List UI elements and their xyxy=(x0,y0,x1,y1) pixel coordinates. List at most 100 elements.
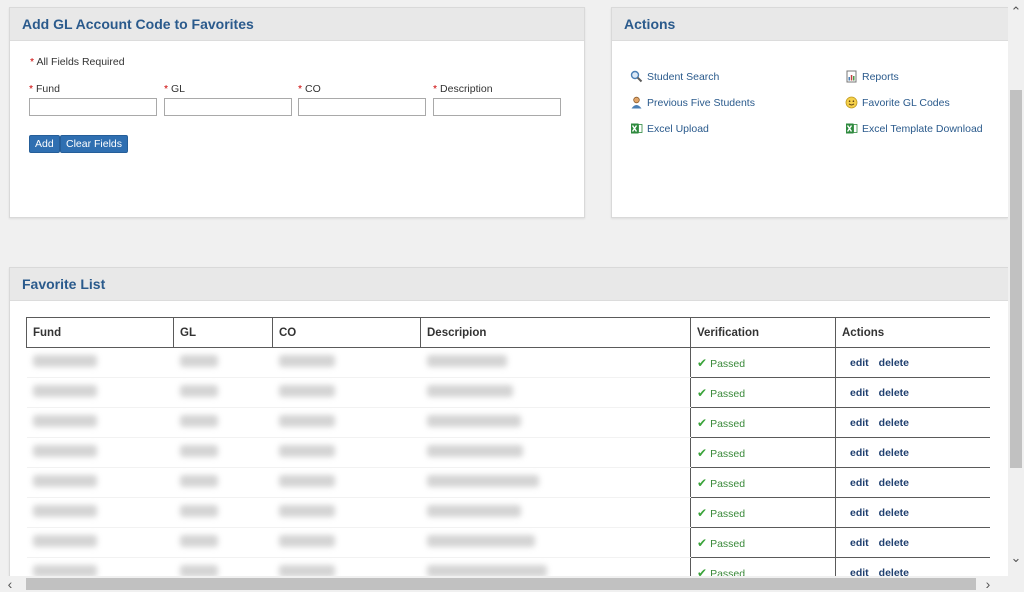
delete-link[interactable]: delete xyxy=(879,447,909,459)
delete-link[interactable]: delete xyxy=(879,417,909,429)
edit-link[interactable]: edit xyxy=(850,387,869,399)
description-cell-redacted xyxy=(420,377,691,408)
verification-status: Passed xyxy=(710,387,746,400)
description-input[interactable] xyxy=(433,98,561,116)
gl-input[interactable] xyxy=(164,98,292,116)
delete-link[interactable]: delete xyxy=(879,357,909,369)
table-row: ✔ Passed edit delete xyxy=(26,527,990,558)
fund-cell-redacted xyxy=(26,527,174,558)
favorite-table-wrap: Fund GL CO Descripion Verification Actio… xyxy=(26,317,990,592)
fund-cell-redacted xyxy=(26,437,174,468)
table-header-row: Fund GL CO Descripion Verification Actio… xyxy=(26,317,990,348)
delete-link[interactable]: delete xyxy=(879,477,909,489)
table-row: ✔ Passed edit delete xyxy=(26,347,990,378)
add-button[interactable]: Add xyxy=(29,135,60,153)
description-cell-redacted xyxy=(420,347,691,378)
edit-link[interactable]: edit xyxy=(850,357,869,369)
previous-five-students-label: Previous Five Students xyxy=(647,96,755,109)
vertical-scroll-thumb[interactable] xyxy=(1010,90,1022,468)
checkmark-icon: ✔ xyxy=(697,385,708,400)
vertical-scrollbar[interactable]: ⌃ ⌄ xyxy=(1008,0,1024,592)
excel-template-download-link[interactable]: Excel Template Download xyxy=(845,122,983,135)
reports-link[interactable]: Reports xyxy=(845,70,899,83)
verification-status: Passed xyxy=(710,477,746,490)
excel-upload-label: Excel Upload xyxy=(647,122,709,135)
edit-link[interactable]: edit xyxy=(850,507,869,519)
co-cell-redacted xyxy=(272,407,421,438)
table-row: ✔ Passed edit delete xyxy=(26,497,990,528)
checkmark-icon: ✔ xyxy=(697,355,708,370)
scroll-up-icon[interactable]: ⌃ xyxy=(1008,4,1024,20)
fund-field-group: * Fund xyxy=(29,83,157,116)
verification-status: Passed xyxy=(710,357,746,370)
gl-cell-redacted xyxy=(173,467,273,498)
co-input[interactable] xyxy=(298,98,426,116)
previous-five-students-link[interactable]: Previous Five Students xyxy=(630,96,755,109)
description-label: * Description xyxy=(433,83,493,95)
favorite-list-panel: Favorite List Fund GL CO Descripion Veri… xyxy=(9,267,1008,592)
col-header-fund[interactable]: Fund xyxy=(26,317,174,348)
checkmark-icon: ✔ xyxy=(697,445,708,460)
excel-icon xyxy=(630,122,643,135)
checkmark-icon: ✔ xyxy=(697,505,708,520)
favorite-gl-codes-link[interactable]: Favorite GL Codes xyxy=(845,96,950,109)
col-header-description[interactable]: Descripion xyxy=(420,317,691,348)
table-row: ✔ Passed edit delete xyxy=(26,467,990,498)
co-label: * CO xyxy=(298,83,321,95)
student-search-label: Student Search xyxy=(647,70,720,83)
favorite-table: Fund GL CO Descripion Verification Actio… xyxy=(26,317,990,588)
fund-cell-redacted xyxy=(26,497,174,528)
verification-cell: ✔ Passed xyxy=(690,467,836,498)
student-search-link[interactable]: Student Search xyxy=(630,70,719,83)
gl-cell-redacted xyxy=(173,497,273,528)
excel-upload-link[interactable]: Excel Upload xyxy=(630,122,709,135)
clear-fields-button[interactable]: Clear Fields xyxy=(60,135,129,153)
row-actions-cell: edit delete xyxy=(835,437,990,468)
edit-link[interactable]: edit xyxy=(850,537,869,549)
table-row: ✔ Passed edit delete xyxy=(26,377,990,408)
favorite-list-title: Favorite List xyxy=(22,276,106,292)
fund-input[interactable] xyxy=(29,98,157,116)
table-row: ✔ Passed edit delete xyxy=(26,407,990,438)
reports-icon xyxy=(845,70,858,83)
favorite-list-header: Favorite List xyxy=(10,268,1008,301)
verification-status: Passed xyxy=(710,507,746,520)
horizontal-scroll-thumb[interactable] xyxy=(26,578,976,590)
delete-link[interactable]: delete xyxy=(879,387,909,399)
delete-link[interactable]: delete xyxy=(879,507,909,519)
description-cell-redacted xyxy=(420,407,691,438)
verification-cell: ✔ Passed xyxy=(690,527,836,558)
horizontal-scrollbar[interactable]: ‹ › xyxy=(0,576,1008,592)
col-header-gl[interactable]: GL xyxy=(173,317,273,348)
description-cell-redacted xyxy=(420,437,691,468)
verification-cell: ✔ Passed xyxy=(690,407,836,438)
gl-cell-redacted xyxy=(173,527,273,558)
edit-link[interactable]: edit xyxy=(850,447,869,459)
co-cell-redacted xyxy=(272,497,421,528)
verification-status: Passed xyxy=(710,417,746,430)
verification-cell: ✔ Passed xyxy=(690,347,836,378)
actions-panel: Actions Student Search Reports Previous … xyxy=(611,7,1008,218)
scroll-down-icon[interactable]: ⌄ xyxy=(1008,550,1024,566)
co-cell-redacted xyxy=(272,347,421,378)
col-header-verification[interactable]: Verification xyxy=(690,317,836,348)
reports-label: Reports xyxy=(862,70,899,83)
excel-icon xyxy=(845,122,858,135)
col-header-actions: Actions xyxy=(835,317,990,348)
fund-cell-redacted xyxy=(26,467,174,498)
gl-label: * GL xyxy=(164,83,186,95)
co-cell-redacted xyxy=(272,467,421,498)
scroll-right-icon[interactable]: › xyxy=(980,576,996,592)
gl-cell-redacted xyxy=(173,347,273,378)
verification-cell: ✔ Passed xyxy=(690,497,836,528)
add-gl-title: Add GL Account Code to Favorites xyxy=(22,16,254,32)
add-gl-panel: Add GL Account Code to Favorites * All F… xyxy=(9,7,585,218)
delete-link[interactable]: delete xyxy=(879,537,909,549)
row-actions-cell: edit delete xyxy=(835,347,990,378)
edit-link[interactable]: edit xyxy=(850,417,869,429)
edit-link[interactable]: edit xyxy=(850,477,869,489)
col-header-co[interactable]: CO xyxy=(272,317,421,348)
description-cell-redacted xyxy=(420,527,691,558)
scroll-left-icon[interactable]: ‹ xyxy=(2,576,18,592)
required-note: * All Fields Required xyxy=(30,56,125,68)
